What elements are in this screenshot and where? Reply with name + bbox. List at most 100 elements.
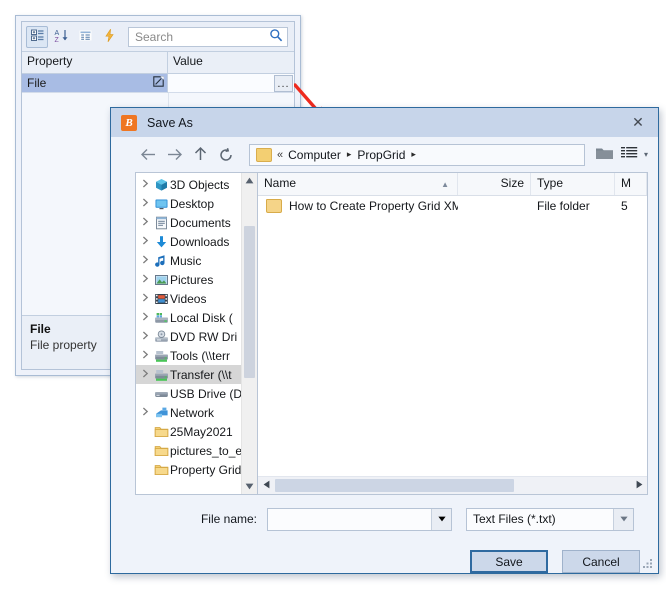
breadcrumb-propgrid[interactable]: PropGrid bbox=[357, 148, 405, 162]
tree-item[interactable]: pictures_to_e bbox=[136, 441, 241, 460]
dialog-buttons: Save Cancel bbox=[135, 550, 644, 573]
column-header-type[interactable]: Type bbox=[531, 173, 615, 195]
tree-item[interactable]: Music bbox=[136, 251, 241, 270]
file-name-label: File name: bbox=[200, 512, 257, 526]
search-input[interactable]: Search bbox=[128, 26, 288, 47]
dialog-main-area: 3D Objects Desktop Documents Downloads Music… bbox=[135, 172, 648, 495]
alphabetical-sort-button[interactable]: A Z bbox=[50, 26, 72, 48]
expand-chevron-icon[interactable] bbox=[138, 274, 152, 285]
view-mode-dropdown-arrow[interactable]: ▾ bbox=[644, 150, 648, 159]
property-name-cell[interactable]: File bbox=[22, 74, 168, 93]
expand-chevron-icon[interactable] bbox=[138, 369, 152, 380]
tree-item[interactable]: USB Drive (D: bbox=[136, 384, 241, 403]
property-value-cell[interactable]: ... bbox=[168, 74, 294, 93]
usb-drive-icon bbox=[152, 387, 170, 401]
column-header-size[interactable]: Size bbox=[458, 173, 531, 195]
expand-chevron-icon[interactable] bbox=[138, 236, 152, 247]
tree-item[interactable]: 25May2021 bbox=[136, 422, 241, 441]
breadcrumb-computer[interactable]: Computer bbox=[288, 148, 341, 162]
column-header-modified[interactable]: M bbox=[615, 173, 647, 195]
new-folder-button[interactable] bbox=[593, 143, 617, 167]
scroll-down-icon[interactable] bbox=[242, 479, 257, 494]
expand-chevron-icon[interactable] bbox=[138, 198, 152, 209]
events-icon bbox=[102, 28, 117, 46]
expand-chevron-icon[interactable] bbox=[138, 179, 152, 190]
file-list-row[interactable]: How to Create Property Grid XML File fold… bbox=[258, 196, 647, 216]
tree-scroll-thumb[interactable] bbox=[244, 226, 255, 378]
tree-item[interactable]: Local Disk ( bbox=[136, 308, 241, 327]
breadcrumb-separator-2[interactable]: ▸ bbox=[411, 149, 416, 160]
edit-value-icon[interactable] bbox=[153, 76, 164, 90]
file-list-horizontal-scrollbar[interactable] bbox=[258, 476, 647, 494]
tree-item-label: pictures_to_e bbox=[170, 443, 241, 458]
horizontal-scroll-track[interactable] bbox=[274, 479, 631, 492]
expand-chevron-icon[interactable] bbox=[138, 293, 152, 304]
tree-item[interactable]: 3D Objects bbox=[136, 175, 241, 194]
file-name-row: File name: Text Files (*.txt) bbox=[135, 507, 644, 531]
file-row-name: How to Create Property Grid XML bbox=[289, 199, 458, 213]
breadcrumb-separator-1[interactable]: ▸ bbox=[347, 149, 352, 160]
tree-item[interactable]: Downloads bbox=[136, 232, 241, 251]
tree-item[interactable]: Videos bbox=[136, 289, 241, 308]
tree-item-label: Network bbox=[170, 405, 215, 420]
property-pages-button[interactable] bbox=[74, 26, 96, 48]
categorized-view-icon bbox=[30, 28, 45, 46]
file-name-input[interactable] bbox=[267, 507, 452, 531]
tree-vertical-scrollbar[interactable] bbox=[241, 173, 257, 494]
horizontal-scroll-thumb[interactable] bbox=[275, 479, 515, 492]
folder-icon bbox=[266, 199, 282, 213]
local-disk-icon bbox=[152, 311, 170, 325]
back-icon[interactable] bbox=[135, 142, 161, 168]
tree-item[interactable]: Property Grid bbox=[136, 460, 241, 479]
file-list-header: Name ▲ Size Type M bbox=[258, 173, 647, 196]
3d-objects-icon bbox=[152, 178, 170, 192]
property-grid-header: Property Value bbox=[22, 52, 294, 74]
search-icon[interactable] bbox=[269, 28, 283, 45]
column-header-value[interactable]: Value bbox=[168, 52, 294, 73]
tree-item[interactable]: Documents bbox=[136, 213, 241, 232]
file-type-dropdown-icon[interactable] bbox=[613, 508, 633, 530]
view-mode-button[interactable]: ▾ bbox=[620, 143, 648, 167]
forward-icon[interactable] bbox=[161, 142, 187, 168]
categorized-view-button[interactable] bbox=[26, 25, 48, 48]
expand-chevron-icon[interactable] bbox=[138, 331, 152, 342]
folder-icon bbox=[256, 147, 272, 162]
tree-item[interactable]: Transfer (\\t bbox=[136, 365, 241, 384]
up-icon[interactable] bbox=[187, 142, 213, 168]
address-collapse-chevron[interactable]: « bbox=[277, 149, 283, 161]
expand-chevron-icon[interactable] bbox=[138, 312, 152, 323]
expand-chevron-icon[interactable] bbox=[138, 407, 152, 418]
value-ellipsis-button[interactable]: ... bbox=[274, 74, 293, 92]
expand-chevron-icon[interactable] bbox=[138, 255, 152, 266]
close-icon[interactable]: ✕ bbox=[628, 112, 648, 132]
events-button[interactable] bbox=[98, 26, 120, 48]
save-button[interactable]: Save bbox=[470, 550, 548, 573]
property-row-file[interactable]: File ... bbox=[22, 74, 294, 93]
file-row-name-cell: How to Create Property Grid XML bbox=[258, 199, 458, 213]
expand-chevron-icon[interactable] bbox=[138, 217, 152, 228]
tree-item[interactable]: Network bbox=[136, 403, 241, 422]
tree-item[interactable]: Tools (\\terr bbox=[136, 346, 241, 365]
tree-item[interactable]: Pictures bbox=[136, 270, 241, 289]
dialog-title: Save As bbox=[147, 115, 193, 130]
tree-item-label: Property Grid bbox=[170, 462, 241, 477]
scroll-up-icon[interactable] bbox=[242, 173, 257, 188]
resize-grip[interactable] bbox=[642, 558, 654, 570]
tree-item[interactable]: DVD RW Dri bbox=[136, 327, 241, 346]
refresh-icon[interactable] bbox=[213, 142, 239, 168]
scroll-right-icon[interactable] bbox=[631, 480, 647, 491]
file-name-dropdown-icon[interactable] bbox=[431, 508, 451, 530]
tree-item-label: Transfer (\\t bbox=[170, 367, 232, 382]
dialog-title-bar[interactable]: B Save As ✕ bbox=[111, 108, 658, 137]
address-bar[interactable]: « Computer ▸ PropGrid ▸ bbox=[249, 143, 585, 166]
file-type-value: Text Files (*.txt) bbox=[473, 512, 556, 526]
expand-chevron-icon[interactable] bbox=[138, 350, 152, 361]
tree-item[interactable]: Desktop bbox=[136, 194, 241, 213]
cancel-button[interactable]: Cancel bbox=[562, 550, 640, 573]
file-type-filter[interactable]: Text Files (*.txt) bbox=[466, 507, 634, 531]
scroll-left-icon[interactable] bbox=[258, 480, 274, 491]
column-header-name[interactable]: Name ▲ bbox=[258, 173, 458, 195]
tree-item-label: DVD RW Dri bbox=[170, 329, 238, 344]
column-header-property[interactable]: Property bbox=[22, 52, 168, 73]
dvd-drive-icon bbox=[152, 329, 170, 344]
